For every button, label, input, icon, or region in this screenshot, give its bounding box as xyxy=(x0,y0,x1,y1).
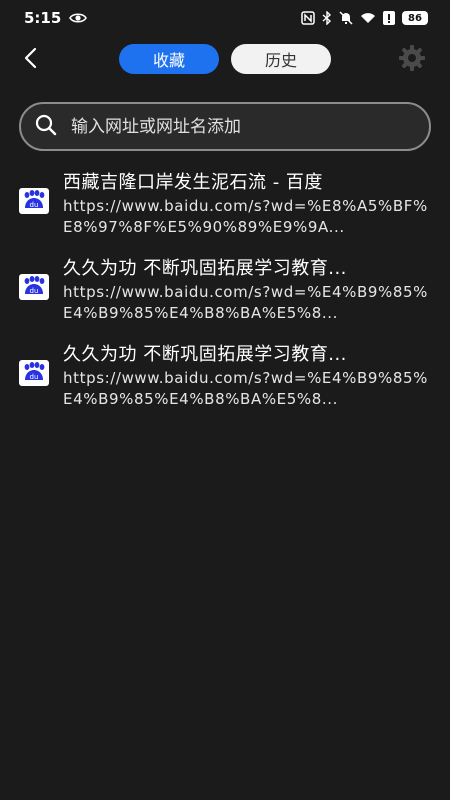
list-item[interactable]: du 久久为功 不断巩固拓展学习教育... https://www.baidu.… xyxy=(0,252,450,338)
status-left: 5:15 xyxy=(24,9,88,27)
list-item[interactable]: du 久久为功 不断巩固拓展学习教育... https://www.baidu.… xyxy=(0,338,450,424)
baidu-icon: du xyxy=(19,360,49,386)
baidu-icon: du xyxy=(19,274,49,300)
search-box[interactable] xyxy=(19,102,431,151)
status-time: 5:15 xyxy=(24,9,62,27)
alert-icon xyxy=(383,11,395,25)
nfc-icon xyxy=(301,11,315,25)
header: 收藏 历史 xyxy=(0,36,450,84)
status-right: 86 xyxy=(301,11,428,25)
eye-icon xyxy=(69,12,88,24)
gear-icon xyxy=(398,44,426,76)
bluetooth-icon xyxy=(322,11,332,25)
settings-button[interactable] xyxy=(396,44,428,76)
search-icon xyxy=(35,114,57,140)
bookmark-title: 久久为功 不断巩固拓展学习教育... xyxy=(63,258,347,279)
tab-favorites[interactable]: 收藏 xyxy=(119,44,219,74)
battery-indicator: 86 xyxy=(402,11,428,25)
bookmark-url: https://www.baidu.com/s?wd=%E8%A5%BF%E8%… xyxy=(63,197,428,236)
bookmark-list: du 西藏吉隆口岸发生泥石流 - 百度 https://www.baidu.co… xyxy=(0,166,450,424)
search-input[interactable] xyxy=(71,116,429,137)
bookmark-url: https://www.baidu.com/s?wd=%E4%B9%85%E4%… xyxy=(63,369,429,408)
svg-text:du: du xyxy=(30,373,39,381)
back-button[interactable] xyxy=(14,44,46,76)
bookmark-url: https://www.baidu.com/s?wd=%E4%B9%85%E4%… xyxy=(63,283,429,322)
baidu-icon: du xyxy=(19,188,49,214)
status-bar: 5:15 86 xyxy=(0,0,450,36)
bookmark-title: 久久为功 不断巩固拓展学习教育... xyxy=(63,344,347,365)
wifi-icon xyxy=(360,12,376,24)
tab-history[interactable]: 历史 xyxy=(231,44,331,74)
mute-icon xyxy=(339,11,353,25)
svg-text:du: du xyxy=(30,287,39,295)
list-item[interactable]: du 西藏吉隆口岸发生泥石流 - 百度 https://www.baidu.co… xyxy=(0,166,450,252)
chevron-left-icon xyxy=(23,47,37,73)
bookmark-title: 西藏吉隆口岸发生泥石流 - 百度 xyxy=(63,172,323,193)
svg-text:du: du xyxy=(30,201,39,209)
